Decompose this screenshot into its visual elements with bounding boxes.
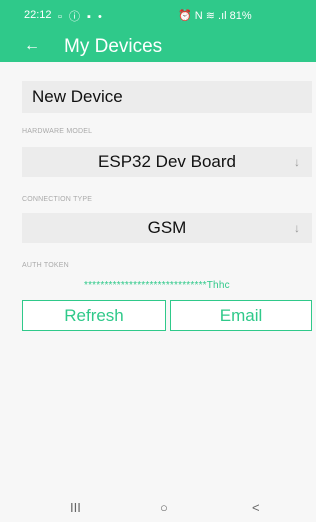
connection-type-select[interactable]: GSM ↓ <box>22 213 312 243</box>
nav-back-button[interactable]: < <box>252 500 260 515</box>
hardware-model-value: ESP32 Dev Board <box>98 152 236 171</box>
home-button[interactable]: ○ <box>160 500 168 515</box>
hardware-model-select[interactable]: ESP32 Dev Board ↓ <box>22 147 312 177</box>
chevron-down-icon: ↓ <box>294 155 300 169</box>
system-nav-bar: III ○ < <box>0 496 316 522</box>
status-right-icons: ⏰ N ≋ .ıl 81% <box>178 10 252 22</box>
email-button[interactable]: Email <box>170 300 312 331</box>
refresh-button[interactable]: Refresh <box>22 300 166 331</box>
connection-type-value: GSM <box>147 218 187 237</box>
auth-token-label: AUTH TOKEN <box>22 262 69 269</box>
recents-button[interactable]: III <box>70 500 81 515</box>
device-name-input[interactable]: New Device <box>22 81 312 113</box>
auth-token-value: ******************************Thhc <box>84 280 230 291</box>
app-bar: 22:12 ▫ ⓘ ▪ • ⏰ N ≋ .ıl 81% ← My Devices <box>0 0 316 62</box>
connection-type-label: CONNECTION TYPE <box>22 196 93 203</box>
chevron-down-icon: ↓ <box>294 221 300 235</box>
page-title: My Devices <box>64 36 163 57</box>
back-arrow-icon[interactable]: ← <box>24 38 40 54</box>
status-bar: 22:12 ▫ ⓘ ▪ • ⏰ N ≋ .ıl 81% <box>0 0 316 28</box>
hardware-model-label: HARDWARE MODEL <box>22 128 93 135</box>
device-form: New Device HARDWARE MODEL ESP32 Dev Boar… <box>0 62 316 496</box>
status-time: 22:12 <box>24 9 52 21</box>
status-left-icons: ▫ ⓘ ▪ • <box>58 11 104 23</box>
